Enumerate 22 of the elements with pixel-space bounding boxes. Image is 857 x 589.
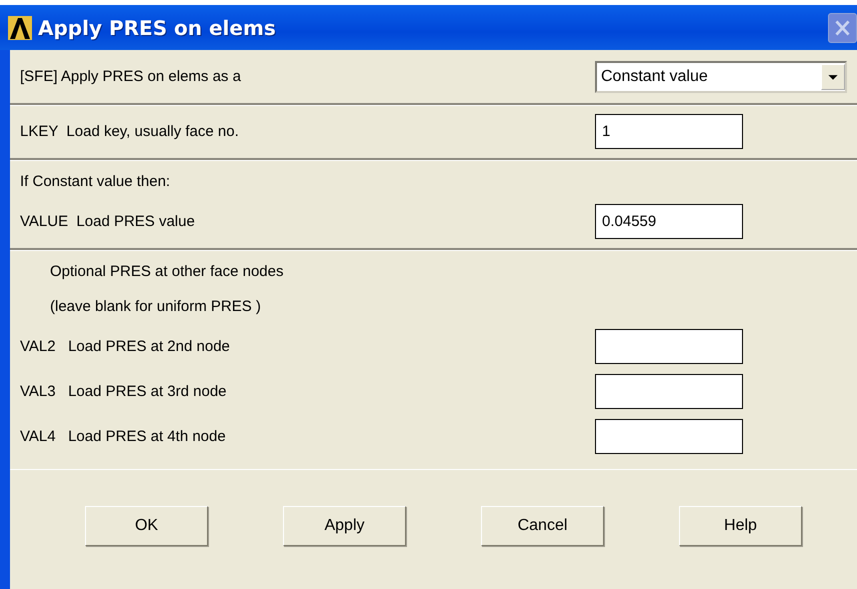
field-label: VAL2 Load PRES at 2nd node: [20, 338, 231, 355]
dialog-button[interactable]: Cancel: [481, 506, 604, 546]
dialog-button[interactable]: Apply: [283, 506, 406, 546]
dropdown[interactable]: Constant value: [595, 60, 847, 92]
dialog-button[interactable]: OK: [85, 506, 208, 546]
input-field[interactable]: [595, 329, 743, 364]
field-label: VAL3 Load PRES at 3rd node: [20, 383, 228, 400]
field-label: LKEY Load key, usually face no.: [20, 123, 240, 140]
input-field[interactable]: 1: [595, 114, 743, 149]
field-label: VALUE Load PRES value: [20, 213, 196, 230]
field-label: VAL4 Load PRES at 4th node: [20, 428, 227, 445]
input-field[interactable]: 0.04559: [595, 204, 743, 239]
input-field[interactable]: [595, 419, 743, 454]
caret-icon[interactable]: [821, 64, 845, 90]
window-title: Apply PRES on elems: [38, 16, 277, 40]
field-label: [SFE] Apply PRES on elems as a: [20, 68, 242, 85]
app-logo-icon: [8, 16, 32, 40]
dialog-button[interactable]: Help: [679, 506, 802, 546]
input-field[interactable]: [595, 374, 743, 409]
note-text: If Constant value then:: [20, 173, 172, 190]
note-text: (leave blank for uniform PRES ): [49, 298, 262, 315]
note-text: Optional PRES at other face nodes: [49, 263, 284, 280]
